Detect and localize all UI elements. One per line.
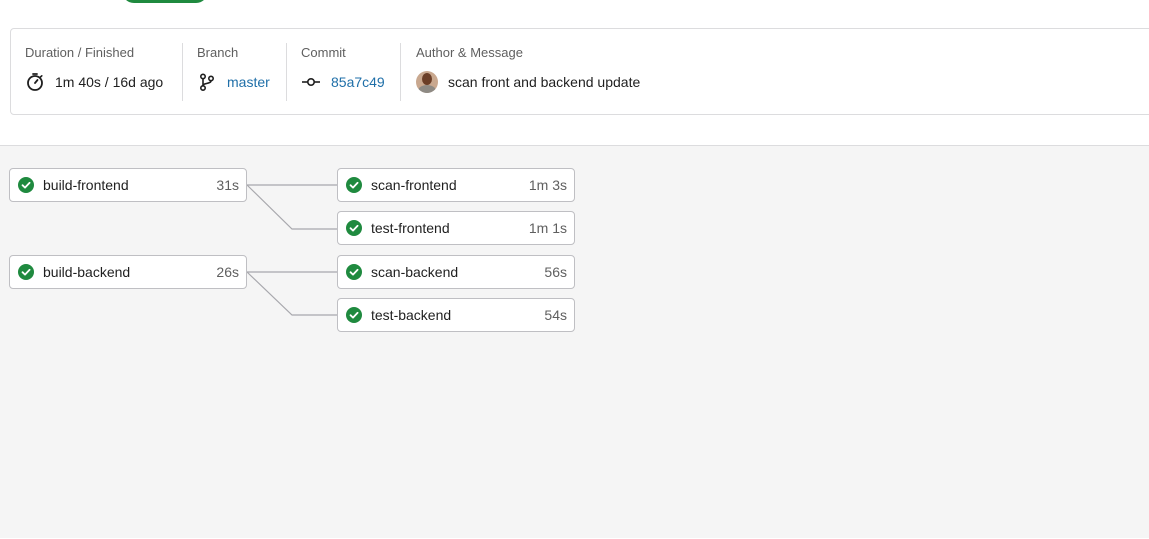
branch-label: Branch — [197, 45, 239, 60]
divider — [182, 43, 183, 101]
author-section: Author & Message scan front and backend … — [416, 45, 640, 102]
pipeline-status-badge[interactable] — [122, 0, 208, 3]
job-name: build-backend — [43, 264, 131, 280]
pipeline-graph: build-frontend 31s build-backend 26s sca… — [0, 145, 1149, 538]
divider — [400, 43, 401, 101]
job-build-frontend[interactable]: build-frontend 31s — [9, 168, 247, 202]
duration-section: Duration / Finished 1m 40s / 16d ago — [25, 45, 163, 102]
job-duration: 1m 1s — [528, 220, 567, 236]
commit-label: Commit — [301, 45, 346, 60]
branch-icon — [197, 72, 217, 92]
job-duration: 54s — [544, 307, 567, 323]
job-name: test-frontend — [371, 220, 450, 236]
job-scan-frontend[interactable]: scan-frontend 1m 3s — [337, 168, 575, 202]
pipeline-info-card: Duration / Finished 1m 40s / 16d ago Bra… — [10, 28, 1149, 115]
job-duration: 31s — [216, 177, 239, 193]
job-duration: 26s — [216, 264, 239, 280]
branch-link[interactable]: master — [227, 74, 270, 90]
branch-section: Branch master — [197, 45, 270, 102]
job-test-backend[interactable]: test-backend 54s — [337, 298, 575, 332]
avatar[interactable] — [416, 71, 438, 93]
job-duration: 1m 3s — [528, 177, 567, 193]
author-label: Author & Message — [416, 45, 523, 60]
commit-section: Commit 85a7c49 — [301, 45, 385, 102]
job-name: test-backend — [371, 307, 452, 323]
duration-value: 1m 40s / 16d ago — [55, 74, 164, 90]
job-name: build-frontend — [43, 177, 129, 193]
job-test-frontend[interactable]: test-frontend 1m 1s — [337, 211, 575, 245]
job-build-backend[interactable]: build-backend 26s — [9, 255, 247, 289]
success-icon — [346, 264, 362, 280]
success-icon — [346, 307, 362, 323]
job-name: scan-frontend — [371, 177, 457, 193]
job-name: scan-backend — [371, 264, 459, 280]
commit-icon — [301, 72, 321, 92]
success-icon — [18, 264, 34, 280]
divider — [286, 43, 287, 101]
commit-link[interactable]: 85a7c49 — [331, 74, 385, 90]
commit-message: scan front and backend update — [448, 74, 641, 90]
success-icon — [18, 177, 34, 193]
timer-icon — [25, 72, 45, 92]
job-connectors — [246, 184, 337, 316]
job-scan-backend[interactable]: scan-backend 56s — [337, 255, 575, 289]
job-duration: 56s — [544, 264, 567, 280]
success-icon — [346, 220, 362, 236]
success-icon — [346, 177, 362, 193]
duration-label: Duration / Finished — [25, 45, 135, 60]
